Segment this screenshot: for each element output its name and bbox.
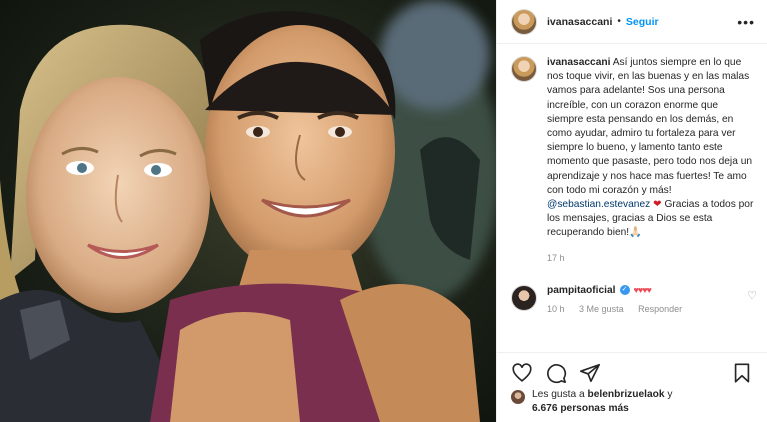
follow-button[interactable]: Seguir xyxy=(626,16,659,28)
post-side-panel: ivanasaccani • Seguir ••• ivanasaccani A… xyxy=(496,0,767,422)
caption: ivanasaccani Así juntos siempre en lo qu… xyxy=(511,56,757,263)
comment-likes-count[interactable]: 3 Me gusta xyxy=(579,304,624,314)
post-actions-bar xyxy=(497,352,767,392)
author-username[interactable]: ivanasaccani xyxy=(547,16,612,28)
comment-like-heart-icon[interactable]: ♡ xyxy=(747,289,757,302)
likes-conjunction: y xyxy=(667,389,673,400)
comment-time: 10 h xyxy=(547,303,565,314)
liker-username[interactable]: belenbrizuelaok xyxy=(588,389,665,400)
share-paper-plane-icon[interactable] xyxy=(579,362,601,384)
likes-others-count[interactable]: 6.676 personas más xyxy=(532,403,629,414)
comment-line: pampitaoficial ✓ ♥♥♥♥ xyxy=(547,285,747,296)
heart-emoji-icon: ❤ xyxy=(653,199,662,211)
commenter-username[interactable]: pampitaoficial xyxy=(547,285,616,296)
author-avatar[interactable] xyxy=(511,8,537,35)
likes-prefix: Les gusta a xyxy=(532,389,585,400)
comment-hearts-text: ♥♥♥♥ xyxy=(633,285,652,296)
verified-badge-icon: ✓ xyxy=(619,285,630,296)
save-bookmark-icon[interactable] xyxy=(731,362,753,384)
caption-text-part1: Así juntos siempre en lo que nos toque v… xyxy=(547,57,753,196)
caption-username[interactable]: ivanasaccani xyxy=(547,57,610,68)
caption-text: ivanasaccani Así juntos siempre en lo qu… xyxy=(547,56,757,241)
caption-avatar[interactable] xyxy=(511,56,537,82)
comments-section[interactable]: ivanasaccani Así juntos siempre en lo qu… xyxy=(511,56,757,348)
like-heart-icon[interactable] xyxy=(511,362,533,384)
caption-mention-link[interactable]: @sebastian.estevanez xyxy=(547,199,650,210)
comment-bubble-icon[interactable] xyxy=(545,362,567,384)
comment-body: pampitaoficial ✓ ♥♥♥♥ 10 h 3 Me gusta Re… xyxy=(547,285,747,314)
comment-meta: 10 h 3 Me gusta Responder xyxy=(547,304,747,314)
likes-text: Les gusta a belenbrizuelaok y 6.676 pers… xyxy=(532,388,672,416)
caption-time: 17 h xyxy=(547,252,565,263)
likes-summary: Les gusta a belenbrizuelaok y 6.676 pers… xyxy=(511,388,757,416)
commenter-avatar[interactable] xyxy=(511,284,537,311)
post-photo[interactable] xyxy=(0,0,496,422)
separator-dot: • xyxy=(617,16,621,27)
more-horizontal-icon[interactable]: ••• xyxy=(737,15,755,29)
post-header: ivanasaccani • Seguir ••• xyxy=(497,0,767,44)
liker-avatar[interactable] xyxy=(511,390,525,404)
comment-item: pampitaoficial ✓ ♥♥♥♥ 10 h 3 Me gusta Re… xyxy=(511,284,757,314)
reply-button[interactable]: Responder xyxy=(638,304,682,314)
selfie-illustration xyxy=(0,11,480,422)
caption-body: ivanasaccani Así juntos siempre en lo qu… xyxy=(547,56,757,263)
